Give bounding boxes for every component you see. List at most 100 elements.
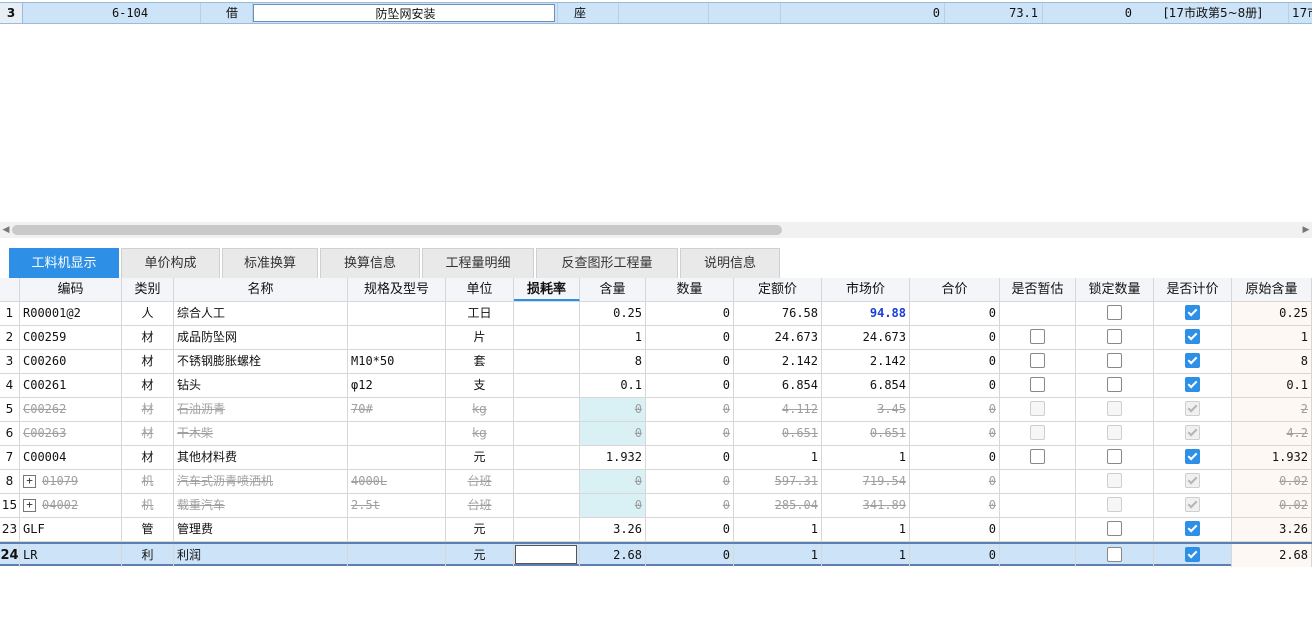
cell-original-content[interactable]: 0.1 xyxy=(1232,374,1312,397)
cell-is-priced[interactable] xyxy=(1154,326,1232,349)
cell-market-price[interactable]: 6.854 xyxy=(822,374,910,397)
cell-is-priced[interactable] xyxy=(1154,398,1232,421)
is-estimate-checkbox[interactable] xyxy=(1030,353,1045,368)
cell-spec[interactable]: 4000L xyxy=(348,470,446,493)
is-priced-checkbox[interactable] xyxy=(1185,305,1200,320)
cell-loss-rate[interactable] xyxy=(514,494,580,517)
cell-original-content[interactable]: 8 xyxy=(1232,350,1312,373)
cell-total-price[interactable]: 0 xyxy=(910,326,1000,349)
header-loss-rate[interactable]: 损耗率 xyxy=(514,278,580,301)
header-is-priced[interactable]: 是否计价 xyxy=(1154,278,1232,301)
cell-total-price[interactable]: 0 xyxy=(910,350,1000,373)
cell-market-price[interactable]: 1 xyxy=(822,518,910,541)
cell-original-content[interactable]: 2.68 xyxy=(1232,544,1312,567)
cell-market-price[interactable]: 3.45 xyxy=(822,398,910,421)
cell-quantity[interactable]: 0 xyxy=(646,544,734,567)
cell-unit[interactable]: 元 xyxy=(446,544,514,567)
cell-is-priced[interactable] xyxy=(1154,494,1232,517)
cell-original-content[interactable]: 1 xyxy=(1232,326,1312,349)
cell-total-price[interactable]: 0 xyxy=(910,446,1000,469)
tab-unit-price-composition[interactable]: 单价构成 xyxy=(121,248,220,278)
lock-quantity-checkbox[interactable] xyxy=(1107,329,1122,344)
cell-category[interactable]: 材 xyxy=(122,374,174,397)
table-row[interactable]: 15 +04002 机载重汽车 2.5t 台班 0 0 285.04 341.89 0 0.02 xyxy=(0,494,1312,518)
cell-original-content[interactable]: 4.2 xyxy=(1232,422,1312,445)
header-quota-price[interactable]: 定额价 xyxy=(734,278,822,301)
cell-spec[interactable] xyxy=(348,518,446,541)
lock-quantity-checkbox[interactable] xyxy=(1107,377,1122,392)
cell-loss-rate[interactable] xyxy=(514,374,580,397)
cell-lock-quantity[interactable] xyxy=(1076,302,1154,325)
cell-market-price[interactable]: 0.651 xyxy=(822,422,910,445)
cell-category[interactable]: 利 xyxy=(122,544,174,567)
cell-market-price[interactable]: 1 xyxy=(822,446,910,469)
cell-content[interactable]: 0 xyxy=(580,398,646,421)
cell-code[interactable]: +01079 xyxy=(20,470,122,493)
tab-standard-conversion[interactable]: 标准换算 xyxy=(222,248,318,278)
cell-unit[interactable]: 支 xyxy=(446,374,514,397)
cell-is-estimate[interactable] xyxy=(1000,422,1076,445)
table-row[interactable]: 23 GLF 管管理费元 3.26 0 1 1 0 3.26 xyxy=(0,518,1312,542)
quota-code[interactable]: 6-104 xyxy=(60,3,200,23)
cell-code[interactable]: C00261 xyxy=(20,374,122,397)
cell-unit[interactable]: 套 xyxy=(446,350,514,373)
expand-icon[interactable]: + xyxy=(23,475,36,488)
cell-lock-quantity[interactable] xyxy=(1076,544,1154,567)
cell-is-estimate[interactable] xyxy=(1000,326,1076,349)
is-estimate-checkbox[interactable] xyxy=(1030,377,1045,392)
cell-code[interactable]: C00004 xyxy=(20,446,122,469)
cell-is-priced[interactable] xyxy=(1154,350,1232,373)
cell-content[interactable]: 0 xyxy=(580,422,646,445)
table-row[interactable]: 1 R00001@2 人综合人工 工日 0.25 0 76.58 94.88 0 0.25 xyxy=(0,302,1312,326)
cell-is-estimate[interactable] xyxy=(1000,494,1076,517)
header-original-content[interactable]: 原始含量 xyxy=(1232,278,1312,301)
table-row[interactable]: 2 C00259 材成品防坠网片 1 0 24.673 24.673 0 1 xyxy=(0,326,1312,350)
cell-is-estimate[interactable] xyxy=(1000,302,1076,325)
cell-lock-quantity[interactable] xyxy=(1076,398,1154,421)
cell-category[interactable]: 机 xyxy=(122,470,174,493)
cell-content[interactable]: 0.25 xyxy=(580,302,646,325)
cell-name[interactable]: 管理费 xyxy=(174,518,348,541)
cell-quota-price[interactable]: 285.04 xyxy=(734,494,822,517)
table-row[interactable]: 8 +01079 机汽车式沥青喷洒机 4000L 台班 0 0 597.31 719.54 0 0.… xyxy=(0,470,1312,494)
cell-is-priced[interactable] xyxy=(1154,302,1232,325)
cell-spec[interactable]: M10*50 xyxy=(348,350,446,373)
cell-loss-rate[interactable] xyxy=(514,446,580,469)
header-content[interactable]: 含量 xyxy=(580,278,646,301)
cell-loss-rate[interactable] xyxy=(514,518,580,541)
cell-lock-quantity[interactable] xyxy=(1076,494,1154,517)
cell-is-priced[interactable] xyxy=(1154,422,1232,445)
cell-is-estimate[interactable] xyxy=(1000,350,1076,373)
cell-content[interactable]: 8 xyxy=(580,350,646,373)
cell-quota-price[interactable]: 0.651 xyxy=(734,422,822,445)
cell-market-price[interactable]: 2.142 xyxy=(822,350,910,373)
cell-name[interactable]: 利润 xyxy=(174,544,348,567)
cell-total-price[interactable]: 0 xyxy=(910,470,1000,493)
header-total-price[interactable]: 合价 xyxy=(910,278,1000,301)
cell-content[interactable]: 2.68 xyxy=(580,544,646,567)
is-priced-checkbox[interactable] xyxy=(1185,449,1200,464)
cell-loss-rate[interactable] xyxy=(514,470,580,493)
cell-quota-price[interactable]: 2.142 xyxy=(734,350,822,373)
header-category[interactable]: 类别 xyxy=(122,278,174,301)
cell-code[interactable]: GLF xyxy=(20,518,122,541)
is-priced-checkbox[interactable] xyxy=(1185,521,1200,536)
is-estimate-checkbox[interactable] xyxy=(1030,449,1045,464)
cell-spec[interactable] xyxy=(348,302,446,325)
cell-unit[interactable]: 元 xyxy=(446,518,514,541)
cell-total-price[interactable]: 0 xyxy=(910,422,1000,445)
cell-is-estimate[interactable] xyxy=(1000,470,1076,493)
cell-market-price[interactable]: 341.89 xyxy=(822,494,910,517)
loss-rate-input[interactable] xyxy=(515,545,577,564)
scrollbar-thumb[interactable] xyxy=(12,225,782,235)
lock-quantity-checkbox[interactable] xyxy=(1107,305,1122,320)
cell-spec[interactable] xyxy=(348,422,446,445)
cell-quantity[interactable]: 0 xyxy=(646,302,734,325)
cell-name[interactable]: 石油沥青 xyxy=(174,398,348,421)
cell-spec[interactable]: φ12 xyxy=(348,374,446,397)
table-row[interactable]: 3 C00260 材不锈钢膨胀螺栓 M10*50 套 8 0 2.142 2.142 0 8 xyxy=(0,350,1312,374)
cell-quota-price[interactable]: 6.854 xyxy=(734,374,822,397)
cell-category[interactable]: 人 xyxy=(122,302,174,325)
cell-unit[interactable]: kg xyxy=(446,398,514,421)
table-row[interactable]: 24 LR 利利润元 2.68 0 1 1 0 2.68 xyxy=(0,542,1312,567)
